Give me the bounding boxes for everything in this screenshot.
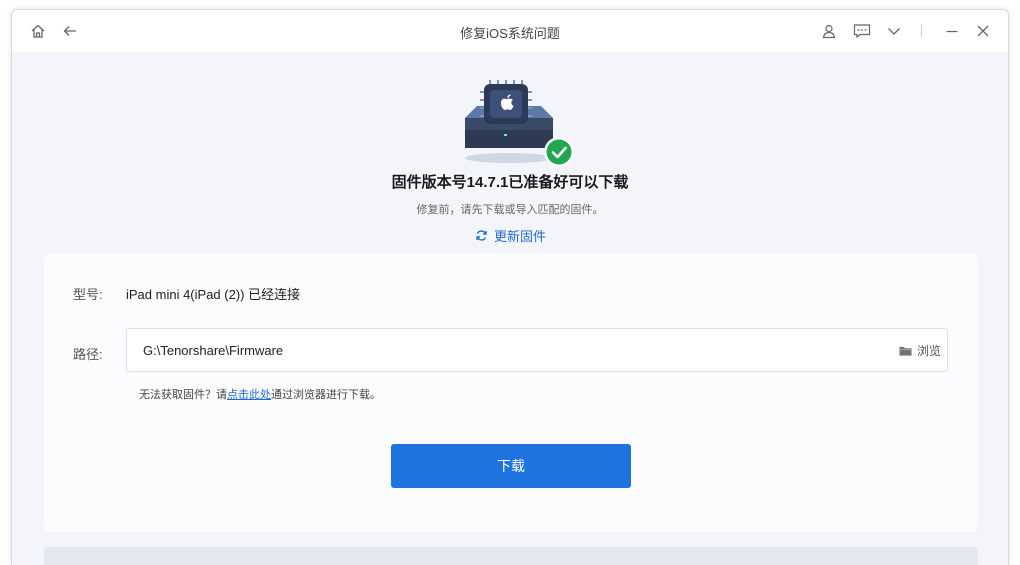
chevron-down-icon[interactable] xyxy=(884,21,904,41)
refresh-icon xyxy=(476,229,487,241)
click-here-link[interactable]: 点击此处 xyxy=(227,389,271,401)
user-icon[interactable] xyxy=(819,21,839,41)
firmware-subtext: 修复前，请先下载或导入匹配的固件。 xyxy=(416,204,604,216)
firmware-ready-heading: 固件版本号14.7.1已准备好可以下载 xyxy=(391,174,629,191)
path-value: G:\Tenorshare\Firmware xyxy=(143,343,284,358)
minimize-icon[interactable] xyxy=(942,21,962,41)
update-firmware-label: 更新固件 xyxy=(494,228,547,244)
check-circle-icon xyxy=(544,137,574,167)
hint-prefix: 无法获取固件？请 xyxy=(139,389,227,401)
path-label: 路径: xyxy=(73,347,103,362)
path-input[interactable]: G:\Tenorshare\Firmware 浏览 xyxy=(126,328,948,372)
firmware-form-card: 型号: iPad mini 4(iPad (2)) 已经连接 路径: G:\Te… xyxy=(44,253,978,532)
folder-icon xyxy=(899,346,912,356)
title-bar: 修复iOS系统问题 xyxy=(12,10,1008,52)
app-window: 修复iOS系统问题 固件版本号14.7.1已准备好可以下载 修复前，请先下载或导… xyxy=(11,9,1009,565)
download-button[interactable]: 下载 xyxy=(391,444,631,488)
firmware-illustration xyxy=(457,78,574,168)
feedback-icon[interactable] xyxy=(852,21,872,41)
close-icon[interactable] xyxy=(973,21,993,41)
browse-button[interactable]: 浏览 xyxy=(899,342,941,359)
download-hint: 无法获取固件？请点击此处通过浏览器进行下载。 xyxy=(139,386,381,402)
bottom-panel xyxy=(44,547,978,565)
model-value: iPad mini 4(iPad (2)) 已经连接 xyxy=(126,287,301,302)
browse-label: 浏览 xyxy=(916,344,941,358)
titlebar-divider xyxy=(921,24,922,37)
update-firmware-link[interactable]: 更新固件 xyxy=(475,226,546,244)
hint-suffix: 通过浏览器进行下载。 xyxy=(271,389,381,401)
model-label: 型号: xyxy=(73,287,103,302)
